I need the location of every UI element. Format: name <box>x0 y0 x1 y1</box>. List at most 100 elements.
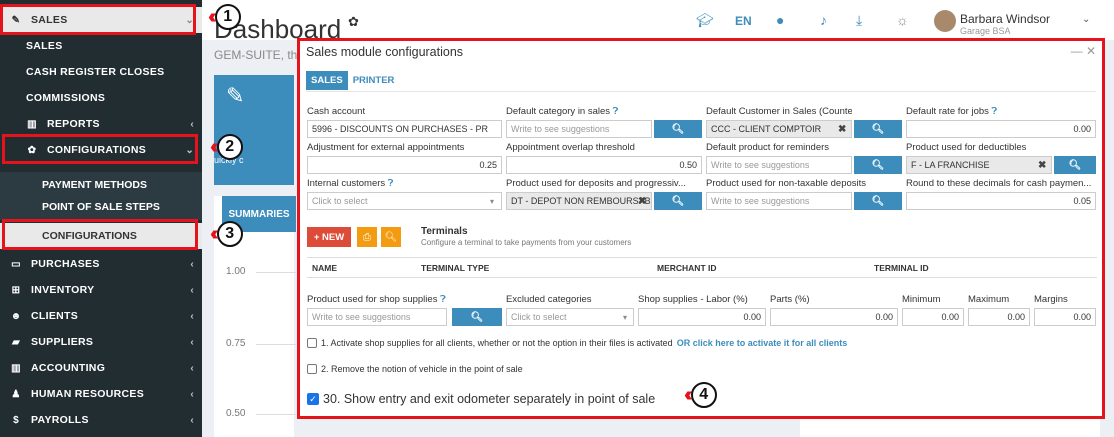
language-selector[interactable]: EN <box>735 14 752 28</box>
grid-line <box>256 272 296 273</box>
column-header[interactable]: TERMINAL TYPE <box>421 263 489 273</box>
user-name[interactable]: Barbara Windsor <box>960 12 1050 26</box>
search-button[interactable]: 🔍︎ <box>854 156 902 174</box>
sidebar-item-hr[interactable]: ♟ HUMAN RESOURCES ‹ <box>0 381 202 407</box>
activate-all-link[interactable]: OR click here to activate it for all cli… <box>677 338 848 348</box>
search-button[interactable]: 🔍︎ <box>854 120 902 138</box>
print-button[interactable]: ⎙ <box>357 227 377 247</box>
gear-icon[interactable]: ✿ <box>348 14 359 30</box>
chevron-down-icon[interactable]: ⌄ <box>1082 14 1090 25</box>
cash-account-select[interactable]: 5996 - DISCOUNTS ON PURCHASES - PR <box>307 120 502 138</box>
annotation-4: ‹‹‹‹ 4 <box>684 382 717 408</box>
clear-icon[interactable]: ✖ <box>838 124 846 135</box>
avatar[interactable] <box>934 10 956 32</box>
column-header[interactable]: TERMINAL ID <box>874 263 929 273</box>
excluded-categories-select[interactable]: Click to select <box>506 308 634 326</box>
minimize-icon[interactable]: — <box>1071 44 1083 58</box>
parts-input[interactable]: 0.00 <box>770 308 898 326</box>
sidebar-item-label: SALES <box>26 40 63 52</box>
annotation-1: ‹‹‹‹ 1 <box>208 4 241 30</box>
sidebar-item-inventory[interactable]: ⊞ INVENTORY ‹ <box>0 277 202 303</box>
field-label: Margins <box>1034 294 1068 305</box>
reminders-input[interactable]: Write to see suggestions <box>706 156 852 174</box>
search-icon: 🔍︎ <box>384 231 398 243</box>
sidebar-subitem-commissions[interactable]: COMMISSIONS <box>0 85 202 111</box>
user-company: Garage BSA <box>960 26 1011 36</box>
margins-input[interactable]: 0.00 <box>1034 308 1096 326</box>
sidebar-item-label: PAYROLLS <box>31 414 89 426</box>
labor-input[interactable]: 0.00 <box>638 308 766 326</box>
bell-icon[interactable]: ♪ <box>820 12 827 28</box>
shop-supplies-field: Product used for shop supplies ❓︎ Write … <box>307 294 447 326</box>
new-terminal-button[interactable]: + NEW <box>307 227 351 247</box>
help-icon[interactable]: ❓︎ <box>992 106 998 117</box>
shop-supplies-input[interactable]: Write to see suggestions <box>307 308 447 326</box>
option-2-checkbox[interactable] <box>307 364 317 374</box>
search-button[interactable]: 🔍︎ <box>381 227 401 247</box>
option-1-checkbox[interactable] <box>307 338 317 348</box>
internal-customers-select[interactable]: Click to select <box>307 192 502 210</box>
config-modal: Sales module configurations — ✕ SALES PR… <box>297 38 1105 419</box>
search-button[interactable]: 🔍︎ <box>1054 156 1096 174</box>
modal-controls[interactable]: — ✕ <box>1071 44 1096 58</box>
maximum-input[interactable]: 0.00 <box>968 308 1030 326</box>
field-label: Product used for deductibles <box>906 142 1027 153</box>
sidebar-item-payrolls[interactable]: $ PAYROLLS ‹ <box>0 407 202 433</box>
search-button[interactable]: 🔍︎ <box>452 308 502 326</box>
bar-chart-icon: ▥ <box>11 362 21 374</box>
chevron-down-icon: ▾ <box>490 197 495 206</box>
column-header[interactable]: MERCHANT ID <box>657 263 717 273</box>
annotation-3: ‹‹‹‹ 3 <box>210 221 243 247</box>
nontax-deposits-input[interactable]: Write to see suggestions <box>706 192 852 210</box>
quick-card[interactable]: ✎ uickly c <box>214 75 294 185</box>
axis-label: 0.50 <box>226 408 246 419</box>
field-label: Internal customers ❓︎ <box>307 178 502 190</box>
sidebar-item-clients[interactable]: ☻ CLIENTS ‹ <box>0 303 202 329</box>
labor-field: Shop supplies - Labor (%) 0.00 <box>638 294 766 326</box>
annotation-2: ‹‹‹‹ 2 <box>210 134 243 160</box>
column-header[interactable]: NAME <box>312 263 337 273</box>
default-rate-input[interactable]: 0.00 <box>906 120 1096 138</box>
help-icon[interactable]: ❓︎ <box>440 294 446 305</box>
default-category-input[interactable]: Write to see suggestions <box>506 120 652 138</box>
sidebar-item-purchases[interactable]: ▭ PURCHASES ‹ <box>0 251 202 277</box>
chat-icon[interactable]: ● <box>776 12 784 28</box>
help-icon[interactable]: ❓︎ <box>388 178 394 189</box>
arrow-left-icon: ‹‹‹‹ <box>210 223 218 245</box>
help-icon[interactable]: ❓︎ <box>613 106 619 117</box>
search-icon: 🔍︎ <box>1068 159 1082 171</box>
sidebar-subitem-sales[interactable]: SALES <box>0 33 202 59</box>
deductibles-input[interactable]: F - LA FRANCHISE <box>906 156 1052 174</box>
deposits-input[interactable]: DT - DEPOT NON REMBOURSAB <box>506 192 652 210</box>
sidebar-subitem-pos-steps[interactable]: POINT OF SALE STEPS <box>0 194 202 220</box>
option-30-checkbox[interactable]: ✓ <box>307 393 319 405</box>
highlight-box-2 <box>2 134 198 164</box>
minimum-input[interactable]: 0.00 <box>902 308 964 326</box>
search-button[interactable]: 🔍︎ <box>654 192 702 210</box>
round-decimals-input[interactable]: 0.05 <box>906 192 1096 210</box>
overlap-input[interactable]: 0.50 <box>506 156 702 174</box>
sidebar-item-suppliers[interactable]: ▰ SUPPLIERS ‹ <box>0 329 202 355</box>
theme-icon[interactable]: ☼ <box>896 12 909 28</box>
option-1: 1. Activate shop supplies for all client… <box>307 338 847 348</box>
highlight-box-1 <box>0 4 196 35</box>
search-button[interactable]: 🔍︎ <box>854 192 902 210</box>
tab-sales[interactable]: SALES <box>306 71 348 90</box>
graduation-cap-icon[interactable]: 🎓︎ <box>696 12 714 29</box>
print-icon: ⎙ <box>363 231 371 243</box>
clear-icon[interactable]: ✖ <box>1038 160 1046 171</box>
clear-icon[interactable]: ✖ <box>638 196 646 207</box>
tab-printer[interactable]: PRINTER <box>348 71 400 90</box>
cash-account-field: Cash account 5996 - DISCOUNTS ON PURCHAS… <box>307 106 502 138</box>
summary-cards <box>800 419 1100 437</box>
search-button[interactable]: 🔍︎ <box>654 120 702 138</box>
sidebar-item-accounting[interactable]: ▥ ACCOUNTING ‹ <box>0 355 202 381</box>
adjustment-input[interactable]: 0.25 <box>307 156 502 174</box>
axis-label: 0.75 <box>226 338 246 349</box>
sidebar-subitem-cash-register[interactable]: CASH REGISTER CLOSES <box>0 59 202 85</box>
close-icon[interactable]: ✕ <box>1086 44 1096 58</box>
default-customer-input[interactable]: CCC - CLIENT COMPTOIR <box>706 120 852 138</box>
download-icon[interactable]: ⤓ <box>856 12 862 29</box>
default-rate-field: Default rate for jobs ❓︎ 0.00 <box>906 106 1096 138</box>
field-label: Cash account <box>307 106 366 117</box>
